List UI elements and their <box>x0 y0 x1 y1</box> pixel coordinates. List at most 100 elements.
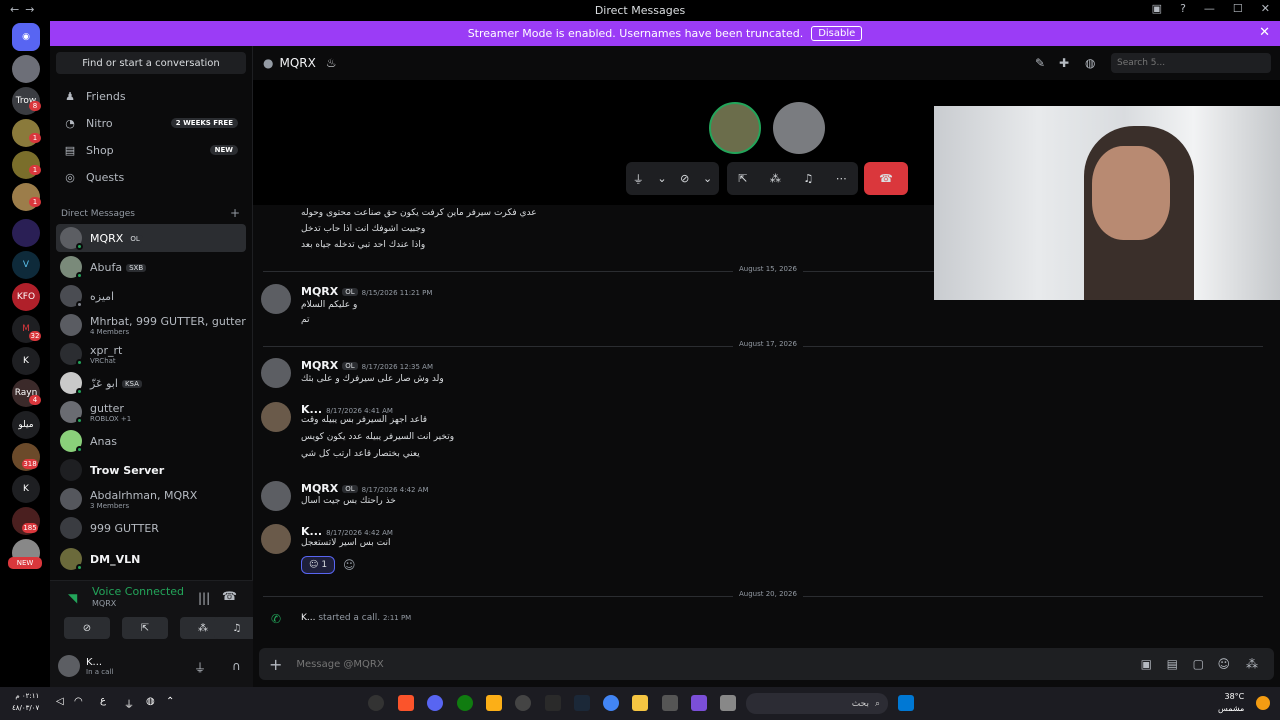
call-avatar[interactable] <box>709 102 761 154</box>
app-icon[interactable] <box>720 695 736 711</box>
maximize-button[interactable]: ☐ <box>1233 2 1243 15</box>
disconnect-icon[interactable]: ☎ <box>222 589 237 603</box>
epic-icon[interactable] <box>545 695 561 711</box>
nav-quests[interactable]: ◎ Quests <box>56 165 246 189</box>
taskbar-search[interactable]: بحث ⌕ <box>746 693 888 714</box>
author[interactable]: MQRX <box>301 482 338 495</box>
find-conversation-button[interactable]: Find or start a conversation <box>56 52 246 74</box>
avatar[interactable] <box>261 284 291 314</box>
add-friend-icon[interactable]: ✚ <box>1059 56 1069 70</box>
search-input[interactable] <box>1111 53 1271 73</box>
user-panel[interactable]: K... In a call ⏚ ∩ ⚙ <box>58 651 281 681</box>
server-icon[interactable]: K <box>12 347 40 375</box>
mic-control[interactable]: ⏚ ⌄ ⊘ ⌄ <box>626 162 719 195</box>
brave-icon[interactable] <box>398 695 414 711</box>
dm-item[interactable]: xpr_rt VRChat <box>56 340 246 368</box>
xbox-icon[interactable] <box>457 695 473 711</box>
discord-home-icon[interactable]: ◉ <box>12 23 40 51</box>
nav-nitro[interactable]: ◔ Nitro 2 WEEKS FREE <box>56 111 246 135</box>
inbox-icon[interactable]: ▣ <box>1152 2 1162 15</box>
dm-item[interactable]: DM_VLN <box>56 545 246 573</box>
mic-icon[interactable]: ⏚ <box>124 696 134 711</box>
reaction-chip[interactable]: ☺ 1 <box>301 556 335 574</box>
gift-icon[interactable]: ▣ <box>1141 657 1152 671</box>
chrome-icon[interactable] <box>603 695 619 711</box>
emoji-icon[interactable]: ☺ <box>1217 657 1230 671</box>
dm-item[interactable]: Anas <box>56 427 246 455</box>
tray-icon[interactable]: ◍ <box>146 696 155 707</box>
call-avatar[interactable] <box>773 102 825 154</box>
avatar[interactable] <box>261 524 291 554</box>
avatar[interactable] <box>261 402 291 432</box>
message-text: وجبيت اشوفك انت اذا حاب تدخل <box>301 224 426 234</box>
windows-start-icon[interactable] <box>898 695 914 711</box>
minimize-button[interactable]: — <box>1204 2 1215 15</box>
screenshare-button[interactable]: ⇱ <box>122 617 168 639</box>
dm-item[interactable]: اميزه <box>56 282 246 310</box>
apps-icon[interactable]: ⁂ <box>1246 657 1258 671</box>
author[interactable]: MQRX <box>301 285 338 298</box>
volume-icon[interactable]: ◁ <box>56 696 64 707</box>
discord-icon[interactable] <box>427 695 443 711</box>
sticker-icon[interactable]: ▢ <box>1193 657 1204 671</box>
server-icon[interactable] <box>12 55 40 83</box>
author[interactable]: K... <box>301 525 322 538</box>
profile-icon[interactable]: ◍ <box>1085 56 1095 70</box>
activities-icon[interactable]: ⁂ <box>770 172 781 185</box>
gif-icon[interactable]: ▤ <box>1167 657 1178 671</box>
language-indicator[interactable]: ع <box>100 695 106 706</box>
avatar[interactable] <box>261 481 291 511</box>
headset-icon[interactable]: ∩ <box>232 659 241 673</box>
disable-button[interactable]: Disable <box>811 26 863 41</box>
avatar[interactable] <box>261 358 291 388</box>
media-icon[interactable] <box>368 695 384 711</box>
steam-icon[interactable] <box>574 695 590 711</box>
store-icon[interactable] <box>662 695 678 711</box>
teams-icon[interactable] <box>691 695 707 711</box>
sun-icon[interactable] <box>1256 696 1270 710</box>
dm-item[interactable]: Trow Server <box>56 456 246 484</box>
server-icon[interactable]: ميلو <box>12 411 40 439</box>
chevron-down-icon[interactable]: ⌄ <box>657 172 666 185</box>
new-badge: NEW <box>8 557 42 569</box>
server-icon[interactable]: V <box>12 251 40 279</box>
noise-icon[interactable]: ||| <box>198 591 210 605</box>
server-icon[interactable] <box>12 219 40 247</box>
server-icon[interactable]: KFO <box>12 283 40 311</box>
app-icon[interactable] <box>515 695 531 711</box>
camera-toggle[interactable]: ⊘ <box>64 617 110 639</box>
folder-icon[interactable] <box>632 695 648 711</box>
dm-item[interactable]: ابو عَزّ KSA <box>56 369 246 397</box>
pin-icon[interactable]: ✎ <box>1035 56 1045 70</box>
dm-item[interactable]: MQRX OL <box>56 224 246 252</box>
nav-friends[interactable]: ♟ Friends <box>56 84 246 108</box>
server-icon[interactable]: K <box>12 475 40 503</box>
dm-item[interactable]: Mhrbat, 999 GUTTER, gutter 4 Members <box>56 311 246 339</box>
rockstar-icon[interactable] <box>486 695 502 711</box>
close-banner-icon[interactable]: ✕ <box>1259 25 1270 40</box>
add-attachment-icon[interactable]: + <box>269 655 282 674</box>
back-forward-icons[interactable]: ←→ <box>10 3 40 16</box>
leave-call-button[interactable]: ☎ <box>864 162 908 195</box>
create-dm-icon[interactable]: + <box>230 206 240 220</box>
dm-item[interactable]: Abufa SXB <box>56 253 246 281</box>
help-icon[interactable]: ? <box>1180 2 1186 15</box>
dm-item[interactable]: gutter ROBLOX +1 <box>56 398 246 426</box>
author[interactable]: K... <box>301 613 315 623</box>
chevron-up-icon[interactable]: ⌃ <box>166 696 174 707</box>
nav-shop[interactable]: ▤ Shop NEW <box>56 138 246 162</box>
wifi-icon[interactable]: ◠ <box>74 696 83 707</box>
camera-off-icon[interactable]: ⊘ <box>680 172 689 185</box>
dm-item[interactable]: 999 GUTTER <box>56 514 246 542</box>
mic-icon[interactable]: ⏚ <box>633 171 644 187</box>
author[interactable]: MQRX <box>301 359 338 372</box>
close-window-button[interactable]: ✕ <box>1261 2 1270 15</box>
chevron-down-icon[interactable]: ⌄ <box>703 172 712 185</box>
soundboard-icon[interactable]: ♫ <box>803 172 813 185</box>
message-input[interactable] <box>296 658 1097 670</box>
add-reaction-icon[interactable]: ☺ <box>343 558 356 572</box>
mic-icon[interactable]: ⏚ <box>194 659 206 676</box>
more-icon[interactable]: ⋯ <box>836 172 847 185</box>
screenshare-icon[interactable]: ⇱ <box>738 172 747 185</box>
dm-item[interactable]: Abdalrhman, MQRX 3 Members <box>56 485 246 513</box>
